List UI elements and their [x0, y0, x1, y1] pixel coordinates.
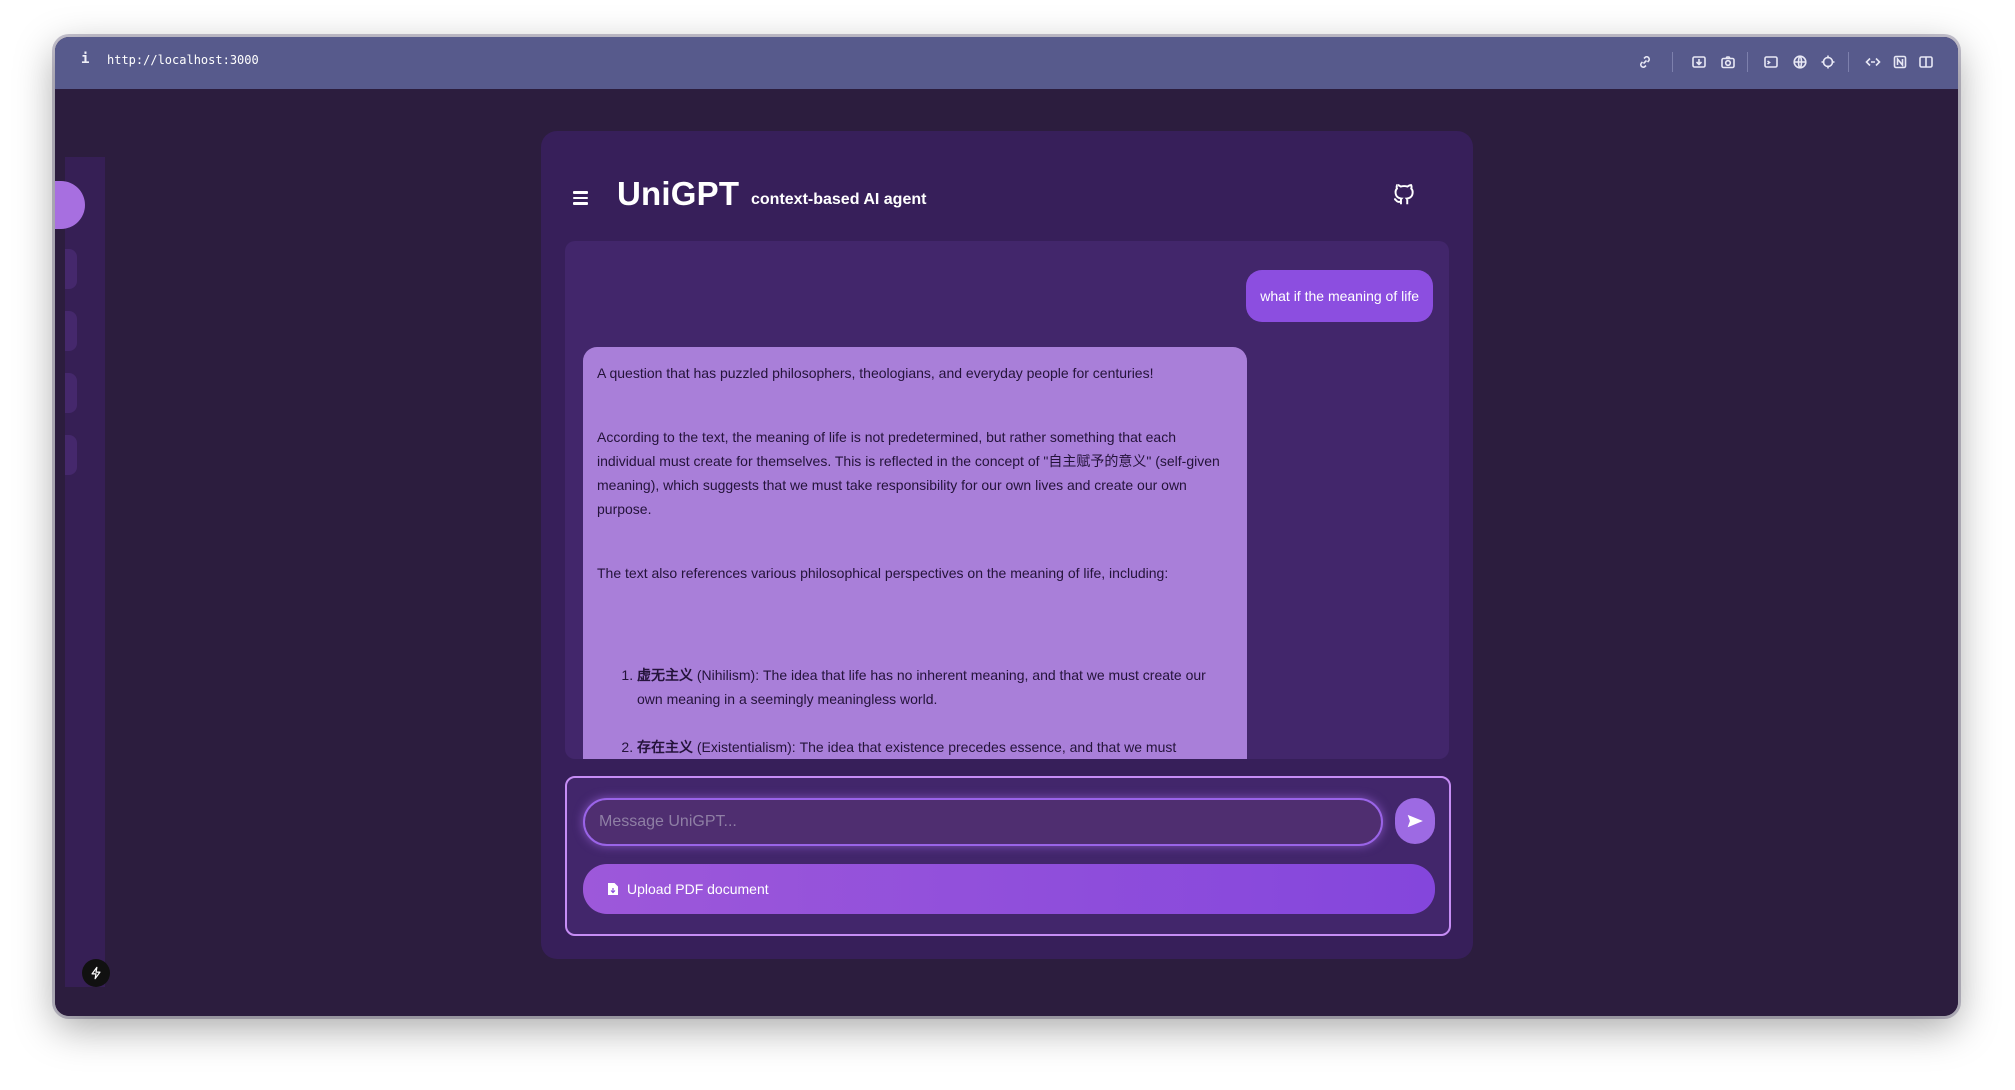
crosshair-icon[interactable]: [1817, 51, 1839, 73]
assistant-paragraph: According to the text, the meaning of li…: [597, 429, 1220, 517]
link-icon[interactable]: [1634, 51, 1656, 73]
list-item: 虚无主义 (Nihilism): The idea that life has …: [637, 663, 1233, 711]
message-input[interactable]: [583, 798, 1383, 846]
app-title: UniGPT: [617, 175, 740, 212]
browser-toolbar: i http://localhost:3000: [55, 37, 1958, 89]
info-icon[interactable]: i: [81, 51, 89, 67]
lightning-icon[interactable]: [82, 959, 110, 987]
assistant-paragraph: The text also references various philoso…: [597, 565, 1169, 581]
sidebar-item[interactable]: [65, 435, 77, 475]
list-item: 存在主义 (Existentialism): The idea that exi…: [637, 735, 1233, 759]
sidebar-rail: [55, 157, 105, 987]
browser-window: i http://localhost:3000 UniGPT context-b…: [55, 37, 1958, 1016]
split-view-icon[interactable]: [1915, 51, 1937, 73]
sidebar-item[interactable]: [65, 311, 77, 351]
composer: Upload PDF document: [565, 776, 1451, 936]
assistant-message: A question that has puzzled philosophers…: [583, 347, 1247, 759]
code-icon[interactable]: [1862, 51, 1884, 73]
avatar[interactable]: [55, 181, 85, 229]
camera-icon[interactable]: [1717, 51, 1739, 73]
file-icon: [608, 883, 618, 895]
upload-label: Upload PDF document: [627, 881, 769, 897]
address-bar[interactable]: http://localhost:3000: [107, 53, 259, 67]
github-icon[interactable]: [1391, 181, 1417, 207]
terminal-icon[interactable]: [1760, 51, 1782, 73]
sidebar-item[interactable]: [65, 249, 77, 289]
assistant-paragraph: A question that has puzzled philosophers…: [597, 365, 1154, 381]
assistant-list: 虚无主义 (Nihilism): The idea that life has …: [597, 663, 1233, 759]
chat-messages[interactable]: what if the meaning of life A question t…: [565, 241, 1449, 759]
app-tagline: context-based AI agent: [751, 191, 927, 208]
globe-icon[interactable]: [1789, 51, 1811, 73]
sidebar-item[interactable]: [65, 373, 77, 413]
notion-icon[interactable]: [1889, 51, 1911, 73]
send-icon: [1407, 814, 1423, 828]
send-button[interactable]: [1395, 798, 1435, 844]
user-message: what if the meaning of life: [1246, 270, 1433, 322]
app-viewport: UniGPT context-based AI agent what if th…: [55, 89, 1958, 1016]
menu-icon[interactable]: [573, 188, 593, 208]
upload-pdf-button[interactable]: Upload PDF document: [583, 864, 1435, 914]
download-icon[interactable]: [1688, 51, 1710, 73]
chat-card: UniGPT context-based AI agent what if th…: [541, 131, 1473, 959]
